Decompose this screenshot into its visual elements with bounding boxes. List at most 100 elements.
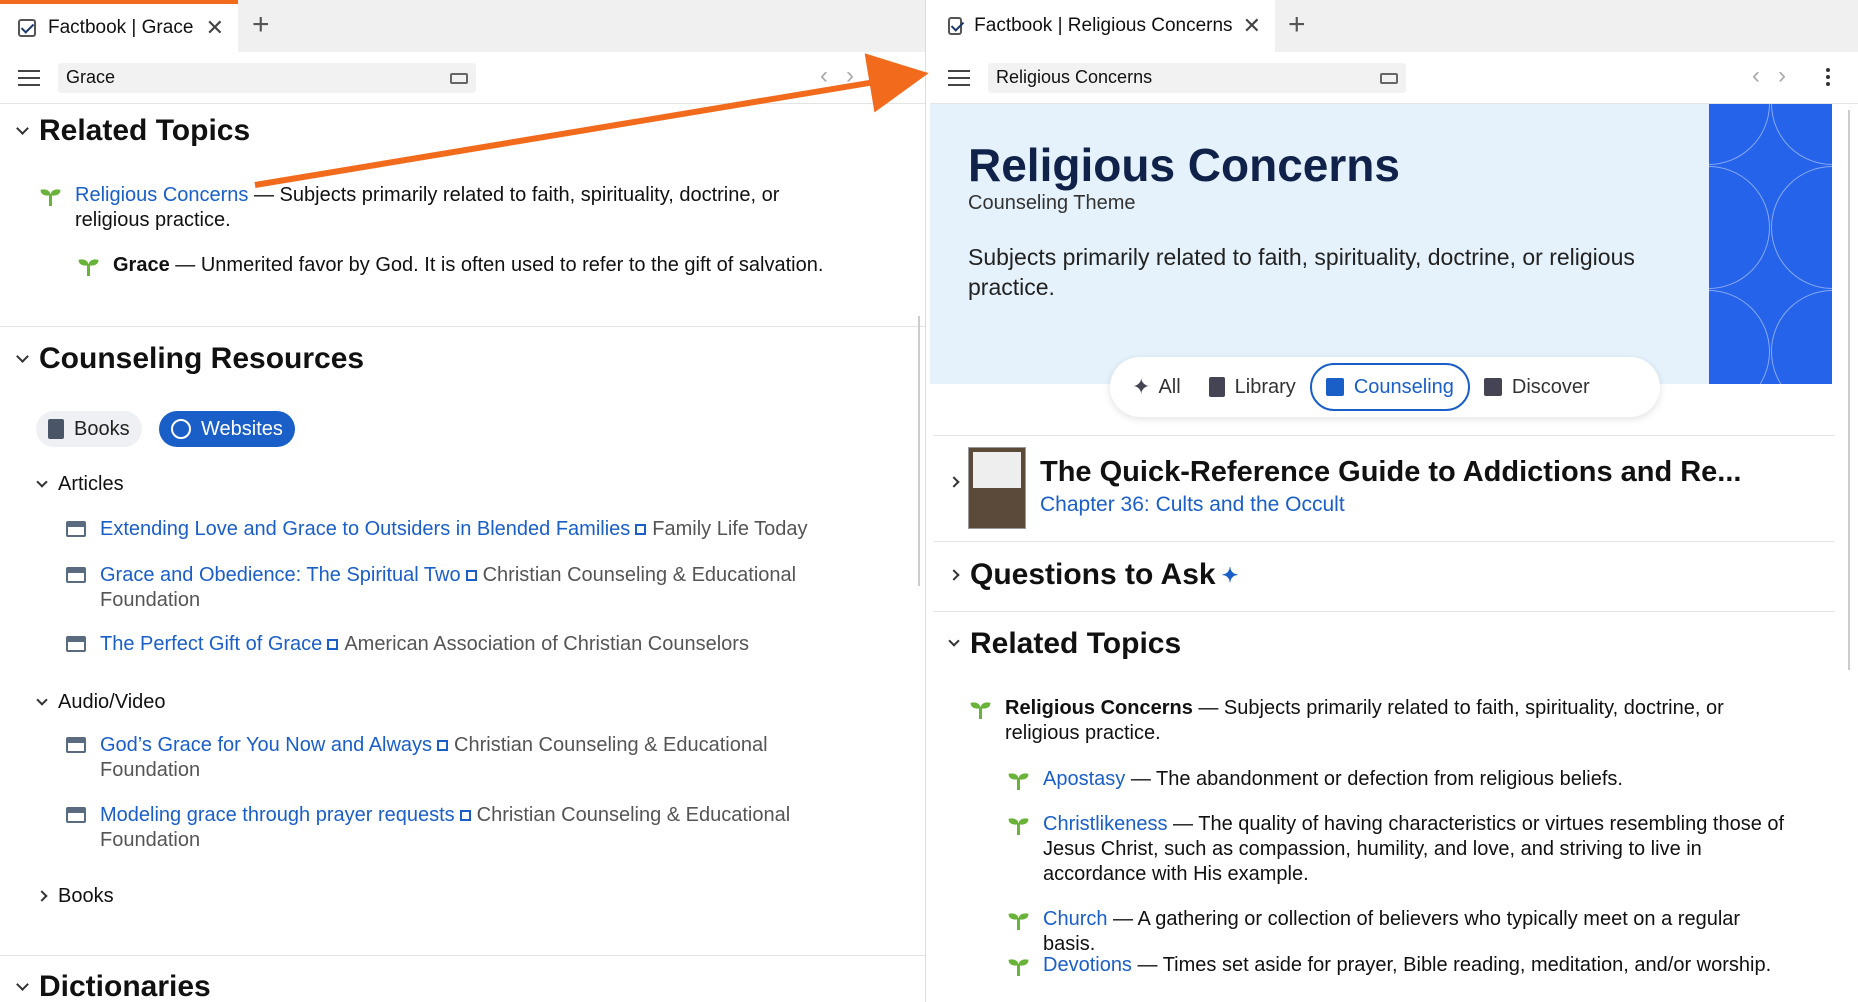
tab-title: Factbook | Grace (48, 17, 194, 38)
filter-label: Counseling (1353, 375, 1454, 398)
more-icon[interactable] (897, 65, 901, 89)
filter-counseling[interactable]: Counseling (1309, 363, 1470, 411)
back-icon[interactable]: ‹ (820, 62, 828, 90)
expand-book[interactable] (948, 476, 970, 488)
back-icon[interactable]: ‹ (1752, 62, 1760, 90)
article-icon (66, 567, 86, 583)
tab-grace[interactable]: Factbook | Grace ✕ (0, 0, 238, 52)
section-related-topics[interactable]: Related Topics (16, 114, 251, 148)
topic-desc: — Times set aside for prayer, Bible read… (1137, 954, 1772, 976)
topic-grace: Grace — Unmerited favor by God. It is of… (78, 253, 858, 278)
sprout-icon (1008, 770, 1029, 790)
filter-websites[interactable]: Websites (159, 411, 295, 447)
filter-label: Books (74, 417, 130, 440)
article-link[interactable]: Grace and Obedience: The Spiritual Two (100, 564, 461, 586)
topic-link[interactable]: Devotions (1043, 954, 1132, 976)
menu-icon[interactable] (948, 65, 970, 91)
filter-label: Discover (1511, 375, 1590, 398)
topic-link[interactable]: Religious Concerns (75, 184, 248, 206)
filter-books[interactable]: Books (36, 411, 142, 447)
external-link-icon (635, 524, 647, 536)
sprout-icon (40, 186, 61, 206)
close-icon[interactable]: ✕ (1243, 13, 1261, 39)
article-source: American Association of Christian Counse… (344, 633, 749, 655)
search-value: Religious Concerns (996, 67, 1153, 87)
video-icon (66, 737, 86, 753)
section-title: Dictionaries (39, 970, 211, 1002)
group-audio-video[interactable]: Audio/Video (36, 690, 166, 715)
tab-religious-concerns[interactable]: Factbook | Religious Concerns ✕ (930, 0, 1275, 52)
chevron-right-icon (948, 476, 960, 488)
external-link-icon (465, 570, 477, 582)
divider (0, 326, 925, 327)
group-articles[interactable]: Articles (36, 472, 124, 497)
sprout-icon (970, 699, 991, 719)
menu-icon[interactable] (18, 65, 40, 91)
right-panel: Factbook | Religious Concerns ✕ + Religi… (930, 0, 1858, 1002)
topic-devotions: Devotions — Times set aside for prayer, … (1008, 953, 1788, 978)
article-link[interactable]: The Perfect Gift of Grace (100, 633, 322, 655)
filter-label: Websites (201, 417, 283, 440)
topic-apostasy: Apostasy — The abandonment or defection … (1008, 767, 1788, 792)
filter-bar: ✦ All Library Counseling Discover (1110, 357, 1660, 417)
chevron-down-icon (16, 349, 29, 363)
topic-desc: — Unmerited favor by God. It is often us… (175, 254, 824, 276)
chevron-right-icon (948, 569, 960, 581)
divider (934, 611, 1834, 612)
new-tab-icon[interactable]: + (252, 10, 270, 40)
sprout-icon (78, 256, 99, 276)
forward-icon[interactable]: › (1778, 62, 1786, 90)
section-questions-to-ask[interactable]: Questions to Ask ✦ (948, 558, 1239, 592)
article-link[interactable]: Extending Love and Grace to Outsiders in… (100, 518, 630, 540)
nav-arrows: ‹ › (1752, 62, 1786, 90)
chevron-right-icon (36, 890, 48, 902)
topic-desc: — A gathering or collection of believers… (1043, 908, 1741, 955)
topic-church: Church — A gathering or collection of be… (1008, 907, 1788, 957)
video-link[interactable]: Modeling grace through prayer requests (100, 804, 455, 826)
search-input[interactable]: Grace (58, 62, 476, 93)
divider (934, 541, 1834, 542)
book-chapter-link[interactable]: Chapter 36: Cults and the Occult (1040, 493, 1345, 517)
filter-discover[interactable]: Discover (1470, 363, 1604, 411)
sparkle-icon: ✦ (1221, 564, 1239, 587)
filter-library[interactable]: Library (1195, 363, 1310, 411)
topic-title: Grace (113, 254, 170, 276)
search-input[interactable]: Religious Concerns (988, 62, 1406, 93)
topic-link[interactable]: Apostasy (1043, 768, 1125, 790)
video-link[interactable]: God’s Grace for You Now and Always (100, 734, 432, 756)
signpost-icon (1325, 378, 1344, 396)
book-title[interactable]: The Quick-Reference Guide to Addictions … (1040, 456, 1741, 489)
section-counseling-resources[interactable]: Counseling Resources (16, 342, 364, 376)
checkbox-icon (948, 17, 963, 35)
section-dictionaries[interactable]: Dictionaries (16, 970, 211, 1002)
book-icon (1208, 377, 1225, 397)
section-related-topics[interactable]: Related Topics (948, 627, 1181, 661)
tab-strip: Factbook | Grace ✕ + (0, 0, 925, 52)
banner-subtitle: Counseling Theme (968, 192, 1136, 214)
list-item: God’s Grace for You Now and Always Christ… (66, 733, 826, 783)
scrollbar[interactable] (918, 316, 920, 586)
group-books[interactable]: Books (36, 884, 114, 909)
scrollbar[interactable] (1848, 110, 1850, 670)
external-link-icon (327, 639, 339, 651)
chevron-down-icon (948, 635, 960, 647)
filter-label: All (1158, 375, 1181, 398)
group-title: Articles (58, 473, 124, 495)
nav-arrows: ‹ › (820, 62, 854, 90)
toolbar: Religious Concerns ‹ › (930, 52, 1858, 104)
list-item: Grace and Obedience: The Spiritual Two Ch… (66, 563, 826, 613)
new-tab-icon[interactable]: + (1288, 10, 1306, 40)
chevron-down-icon (16, 121, 29, 135)
topic-link[interactable]: Church (1043, 908, 1107, 930)
section-title: Questions to Ask (970, 558, 1216, 591)
filter-all[interactable]: ✦ All (1118, 363, 1195, 411)
keyboard-icon[interactable] (1380, 72, 1398, 84)
section-title: Related Topics (39, 114, 251, 147)
more-icon[interactable] (1826, 65, 1830, 89)
checkbox-icon (18, 19, 36, 37)
topic-religious-concerns: Religious Concerns — Subjects primarily … (40, 183, 820, 233)
forward-icon[interactable]: › (846, 62, 854, 90)
close-icon[interactable]: ✕ (206, 15, 224, 41)
keyboard-icon[interactable] (450, 72, 468, 84)
topic-link[interactable]: Christlikeness (1043, 813, 1167, 835)
